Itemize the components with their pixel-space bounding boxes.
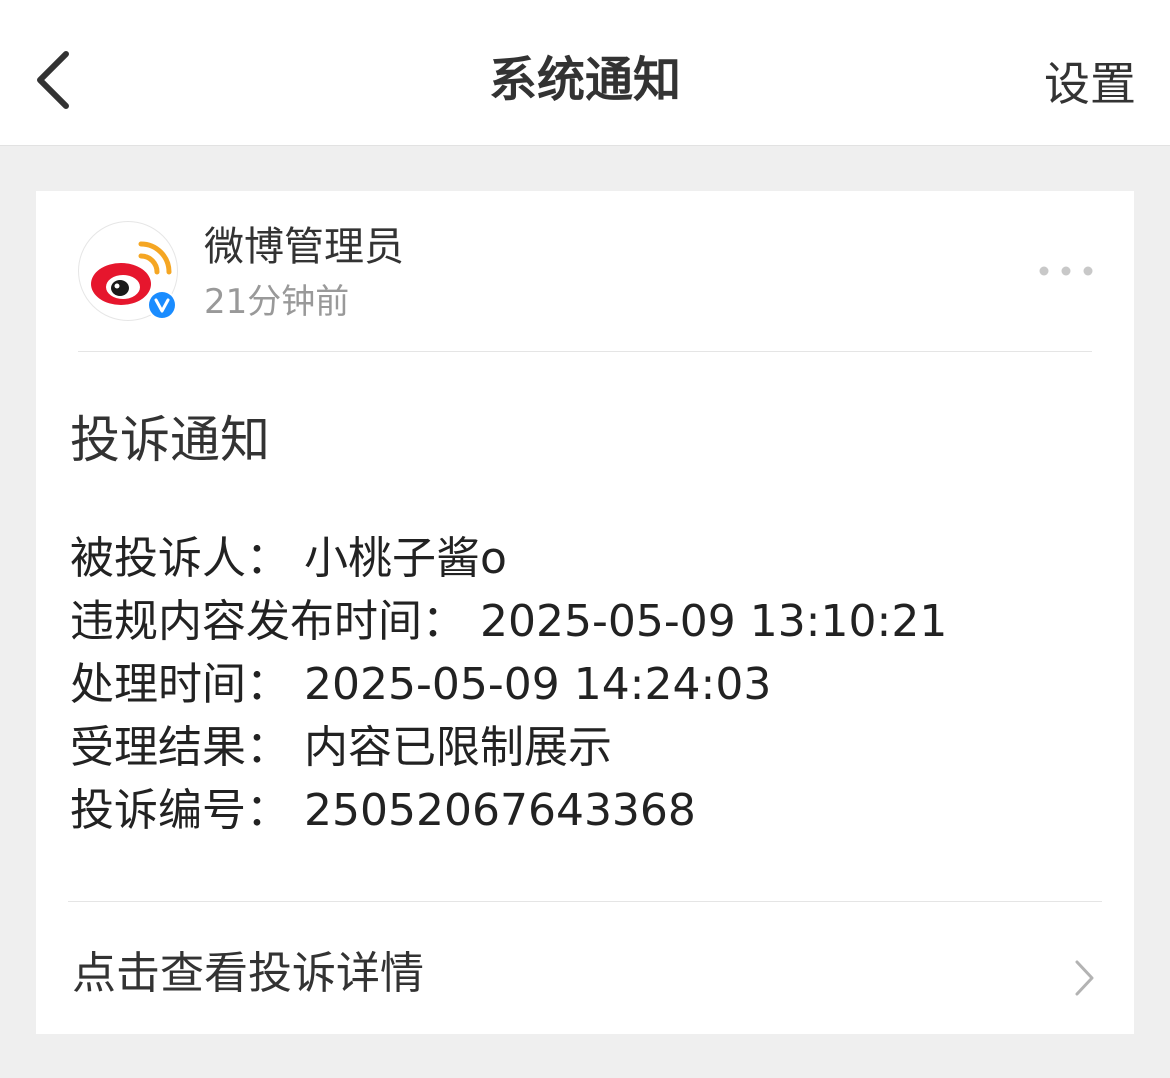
detail-label: 投诉编号： — [70, 785, 290, 836]
detail-row-publish-time: 违规内容发布时间： 2025-05-09 13:10:21 — [70, 590, 1100, 653]
divider — [78, 351, 1092, 352]
view-details-label: 点击查看投诉详情 — [72, 948, 424, 999]
chevron-right-icon — [1075, 960, 1094, 996]
detail-label: 被投诉人： — [70, 533, 290, 584]
detail-row-complaint-id: 投诉编号： 25052067643368 — [70, 779, 1100, 842]
verified-badge-icon — [147, 290, 177, 320]
ellipsis-icon — [1039, 266, 1093, 276]
detail-value: 内容已限制展示 — [304, 722, 612, 773]
detail-label: 处理时间： — [70, 659, 290, 710]
detail-row-complainee: 被投诉人： 小桃子酱o — [70, 527, 1100, 590]
page-title: 系统通知 — [488, 52, 681, 108]
detail-label: 受理结果： — [70, 722, 290, 773]
notice-title: 投诉通知 — [70, 411, 270, 469]
notification-card: 微博管理员 21分钟前 投诉通知 被投诉人： 小桃子酱o 违规内容发布时间： 202… — [36, 191, 1134, 1034]
message-timestamp: 21分钟前 — [204, 282, 350, 322]
detail-row-result: 受理结果： 内容已限制展示 — [70, 716, 1100, 779]
detail-value: 小桃子酱o — [304, 533, 507, 584]
complaint-details: 被投诉人： 小桃子酱o 违规内容发布时间： 2025-05-09 13:10:21 … — [70, 527, 1100, 842]
detail-value: 2025-05-09 14:24:03 — [304, 659, 772, 710]
settings-button[interactable]: 设置 — [1044, 54, 1136, 114]
detail-label: 违规内容发布时间： — [70, 596, 466, 647]
detail-value: 2025-05-09 13:10:21 — [480, 596, 948, 647]
detail-row-process-time: 处理时间： 2025-05-09 14:24:03 — [70, 653, 1100, 716]
detail-value: 25052067643368 — [304, 785, 696, 836]
more-options-button[interactable] — [1036, 259, 1096, 283]
navigation-bar: 系统通知 设置 — [0, 0, 1170, 146]
view-complaint-details-link[interactable]: 点击查看投诉详情 — [36, 902, 1134, 1034]
sender-name[interactable]: 微博管理员 — [204, 221, 404, 273]
